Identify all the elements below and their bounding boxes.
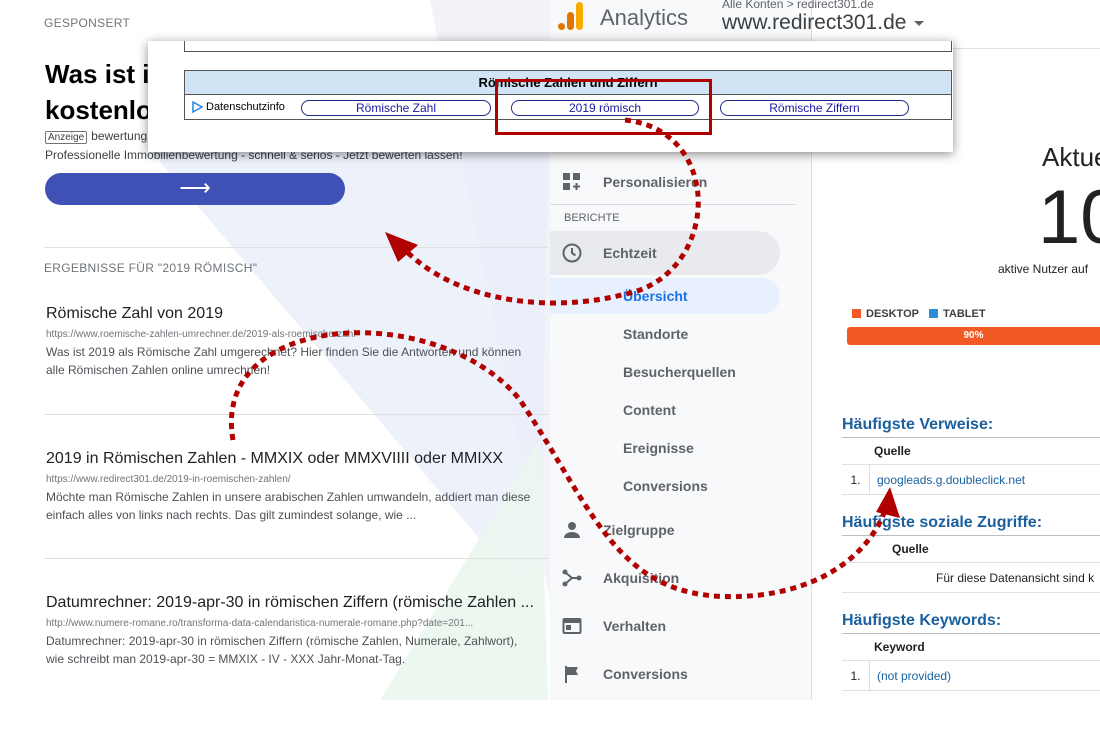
- swatch-icon: [928, 309, 938, 318]
- referrals-table: Quelle 1. googleads.g.doubleclick.net: [842, 437, 1100, 495]
- result-title[interactable]: Römische Zahl von 2019: [46, 303, 536, 325]
- privacy-info-link[interactable]: Datenschutzinfo: [191, 101, 285, 113]
- nav-label: Conversions: [603, 666, 688, 682]
- acquisition-icon: [561, 567, 583, 589]
- keyword-link[interactable]: (not provided): [870, 661, 951, 690]
- window-icon: [561, 615, 583, 637]
- nav-label: Akquisition: [603, 570, 680, 586]
- ad-badge: Anzeige: [45, 131, 88, 144]
- nav-item-conversions[interactable]: Conversions: [550, 652, 780, 696]
- nav-section-label: BERICHTE: [564, 212, 620, 224]
- account-name: www.redirect301.de: [722, 11, 907, 34]
- referrals-title: Häufigste Verweise:: [842, 416, 994, 433]
- social-title: Häufigste soziale Zugriffe:: [842, 514, 1043, 531]
- keywords-title: Häufigste Keywords:: [842, 612, 1002, 629]
- referral-link[interactable]: googleads.g.doubleclick.net: [870, 465, 1025, 494]
- annotation-highlight-box: [495, 79, 712, 135]
- dashboard-add-icon: [561, 171, 583, 193]
- results-header: ERGEBNISSE FÜR "2019 RÖMISCH": [44, 261, 258, 275]
- legend-label: DESKTOP: [866, 308, 919, 320]
- nav-sub-conversions[interactable]: Conversions: [550, 468, 780, 504]
- divider: [44, 414, 548, 415]
- adchoices-icon: [192, 101, 203, 113]
- legend-label: TABLET: [942, 308, 986, 320]
- empty-message: Für diese Datenansicht sind k: [936, 571, 1095, 585]
- result-snippet: Möchte man Römische Zahlen in unsere ara…: [46, 490, 531, 522]
- nav-item-behavior[interactable]: Verhalten: [550, 604, 780, 648]
- result-url: http://www.numere-romane.ro/transforma-d…: [46, 618, 474, 629]
- row-number: 1.: [842, 661, 870, 690]
- nav-item-personalize[interactable]: Personalisieren: [550, 160, 780, 204]
- table-row: 1. googleads.g.doubleclick.net: [842, 465, 1100, 495]
- arrow-right-icon: ⟶: [179, 175, 211, 200]
- caret-down-icon: [914, 20, 925, 26]
- search-result[interactable]: 2019 in Römischen Zahlen - MMXIX oder MM…: [46, 448, 536, 524]
- sponsored-label: GESPONSERT: [44, 16, 131, 30]
- ad-link-roman-digits[interactable]: Römische Ziffern: [720, 100, 909, 116]
- nav-label: Verhalten: [603, 618, 667, 634]
- ad-title-line: kostenlo: [45, 95, 152, 125]
- table-row: 1. (not provided): [842, 661, 1100, 691]
- account-selector[interactable]: www.redirect301.de: [722, 11, 925, 35]
- nav-label: Personalisieren: [603, 174, 708, 190]
- ad-link-roman-number[interactable]: Römische Zahl: [301, 100, 491, 116]
- divider: [44, 247, 548, 248]
- result-url: https://www.roemische-zahlen-umrechner.d…: [46, 329, 356, 340]
- table-header: Keyword: [842, 634, 1100, 661]
- legend-desktop: DESKTOP: [852, 308, 919, 320]
- nav-sub-content[interactable]: Content: [550, 392, 780, 428]
- social-table: Quelle Für diese Datenansicht sind k: [842, 535, 1100, 593]
- keywords-table: Keyword 1. (not provided): [842, 633, 1100, 691]
- realtime-title: Aktue: [1042, 142, 1100, 172]
- legend-tablet: TABLET: [928, 308, 986, 320]
- search-result[interactable]: Römische Zahl von 2019 https://www.roemi…: [46, 303, 536, 379]
- table-header: Quelle: [842, 536, 1100, 563]
- person-icon: [561, 519, 583, 541]
- analytics-logo-icon: [558, 2, 583, 30]
- clock-icon: [561, 242, 583, 264]
- nav-item-realtime[interactable]: Echtzeit: [550, 231, 780, 275]
- divider: [44, 558, 548, 559]
- ad-title-line: Was ist il: [45, 59, 157, 89]
- ad-meta-text: bewertung: [91, 129, 148, 143]
- result-title[interactable]: 2019 in Römischen Zahlen - MMXIX oder MM…: [46, 448, 536, 470]
- desktop-share-bar: 90%: [847, 327, 1100, 345]
- ad-cta-button[interactable]: ⟶: [45, 173, 345, 205]
- active-users-count: 10: [1038, 175, 1100, 260]
- table-header: Quelle: [842, 438, 1100, 465]
- ad-title[interactable]: Was ist il kostenlo: [45, 56, 157, 128]
- nav-sub-events[interactable]: Ereignisse: [550, 430, 780, 466]
- flag-icon: [561, 663, 583, 685]
- nav-sub-overview[interactable]: Übersicht: [550, 278, 780, 314]
- ga-brand: Analytics: [600, 5, 689, 30]
- nav-label: Zielgruppe: [603, 522, 675, 538]
- result-url: https://www.redirect301.de/2019-in-roemi…: [46, 474, 291, 485]
- result-title[interactable]: Datumrechner: 2019-apr-30 in römischen Z…: [46, 592, 536, 614]
- result-snippet: Was ist 2019 als Römische Zahl umgerechn…: [46, 345, 522, 377]
- nav-item-acquisition[interactable]: Akquisition: [550, 556, 780, 600]
- ad-meta: Anzeige bewertung: [45, 129, 148, 144]
- table-row: Für diese Datenansicht sind k: [842, 563, 1100, 593]
- account-breadcrumb[interactable]: Alle Konten > redirect301.de: [722, 0, 874, 11]
- swatch-icon: [852, 309, 861, 318]
- privacy-info-label: Datenschutzinfo: [206, 101, 285, 113]
- nav-sub-traffic-sources[interactable]: Besucherquellen: [550, 354, 780, 390]
- active-users-label: aktive Nutzer auf: [998, 262, 1089, 276]
- nav-item-audience[interactable]: Zielgruppe: [550, 508, 780, 552]
- ad-unit-frame: [184, 41, 952, 52]
- device-legend: DESKTOP TABLET: [852, 308, 986, 320]
- nav-divider: [550, 204, 795, 205]
- result-snippet: Datumrechner: 2019-apr-30 in römischen Z…: [46, 634, 518, 666]
- nav-sub-locations[interactable]: Standorte: [550, 316, 780, 352]
- row-number: 1.: [842, 465, 870, 494]
- nav-label: Echtzeit: [603, 245, 657, 261]
- search-result[interactable]: Datumrechner: 2019-apr-30 in römischen Z…: [46, 592, 536, 668]
